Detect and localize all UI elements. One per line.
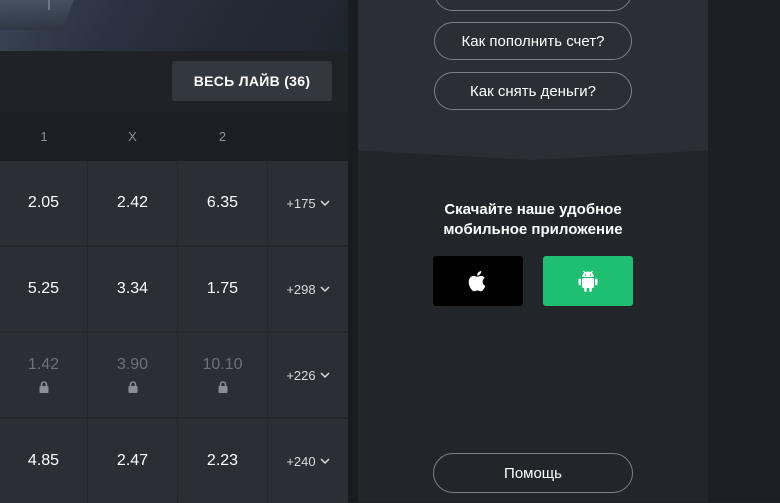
app-store-button[interactable] [433,256,523,306]
banner-graphic-line [48,0,50,10]
odds-value: 2.47 [116,452,149,469]
download-line-2: мобильное приложение [443,221,623,238]
table-row: 4.85 2.47 2.23 +240 [0,419,348,503]
column-divider [348,0,358,502]
odds-cell[interactable]: 4.85 [0,419,87,503]
odds-cell[interactable]: 6.35 [178,161,267,245]
more-markets-button[interactable]: +240 [268,419,348,503]
odds-value: 1.75 [206,280,239,297]
odds-header: 1 X 2 [0,112,348,161]
more-markets-count: +175 [286,195,316,211]
more-markets-count: +226 [286,367,316,383]
table-row: 1.42 3.90 10.10 +226 [0,333,348,417]
odds-value: 5.25 [27,280,60,297]
odds-cell-locked: 1.42 [0,333,87,417]
android-icon [578,270,598,292]
odds-cell-locked: 3.90 [88,333,177,417]
odds-cell[interactable]: 2.47 [88,419,177,503]
odds-value: 2.05 [27,194,60,211]
odds-cell[interactable]: 3.34 [88,247,177,331]
more-markets-count: +298 [286,281,316,297]
apple-icon [468,271,486,292]
odds-value: 3.90 [116,356,149,373]
events-list: ВЕСЬ ЛАЙВ (36) 1 X 2 2.05 2.42 6.35 +175… [0,0,348,503]
odds-value: 4.85 [27,452,60,469]
faq-pill-partial[interactable] [434,0,632,11]
chevron-down-icon [320,285,330,292]
download-line-1: Скачайте наше удобное [444,201,622,218]
faq-deposit-button[interactable]: Как пополнить счет? [434,22,632,60]
download-app-text: Скачайте наше удобное мобильное приложен… [358,200,708,240]
odds-header-1: 1 [40,129,48,144]
chevron-down-icon [320,371,330,378]
more-markets-count: +240 [286,453,316,469]
side-panel: Как пополнить счет? Как снять деньги? Ск… [358,0,708,502]
odds-value: 10.10 [202,356,243,373]
help-button[interactable]: Помощь [433,453,633,493]
live-banner [0,0,348,51]
more-markets-button[interactable]: +298 [268,247,348,331]
odds-cell[interactable]: 2.23 [178,419,267,503]
table-row: 5.25 3.34 1.75 +298 [0,247,348,331]
chevron-down-icon [320,457,330,464]
odds-cell-locked: 10.10 [178,333,267,417]
odds-header-2: 2 [218,129,227,144]
faq-withdraw-button[interactable]: Как снять деньги? [434,72,632,110]
lock-icon [128,381,137,393]
odds-cell[interactable]: 1.75 [178,247,267,331]
odds-value: 2.23 [206,452,239,469]
table-row: 2.05 2.42 6.35 +175 [0,161,348,245]
faq-section: Как пополнить счет? Как снять деньги? [358,0,708,160]
odds-value: 6.35 [206,194,239,211]
lock-icon [218,381,227,393]
all-live-button[interactable]: ВЕСЬ ЛАЙВ (36) [172,61,332,101]
more-markets-button[interactable]: +226 [268,333,348,417]
chevron-down-icon [320,199,330,206]
odds-value: 3.34 [116,280,149,297]
odds-header-x: X [128,129,137,144]
lock-icon [39,381,48,393]
odds-value: 2.42 [116,194,149,211]
odds-cell[interactable]: 5.25 [0,247,87,331]
odds-value: 1.42 [27,356,60,373]
page-background-right [708,0,780,502]
google-play-button[interactable] [543,256,633,306]
live-row: ВЕСЬ ЛАЙВ (36) [0,51,348,112]
banner-graphic [0,0,78,30]
odds-cell[interactable]: 2.05 [0,161,87,245]
more-markets-button[interactable]: +175 [268,161,348,245]
odds-cell[interactable]: 2.42 [88,161,177,245]
